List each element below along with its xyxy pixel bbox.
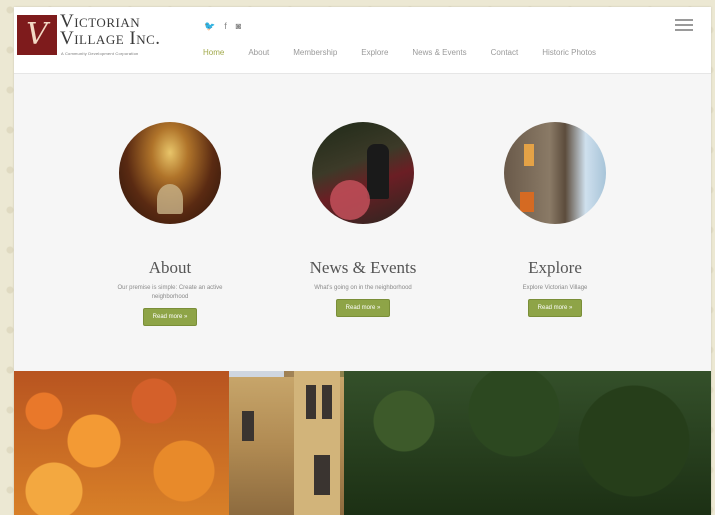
logo-monogram[interactable]: V bbox=[17, 15, 57, 55]
feature-news-events: News & Events What's going on in the nei… bbox=[263, 122, 463, 317]
site-header: V Victorian Village Inc. A Community Dev… bbox=[14, 7, 711, 74]
feature-explore: Explore Explore Victorian Village Read m… bbox=[455, 122, 655, 317]
feature-description: Explore Victorian Village bbox=[522, 285, 588, 291]
social-links: 🐦 f ◙ bbox=[204, 21, 241, 31]
logo-name[interactable]: Victorian Village Inc. bbox=[60, 12, 200, 49]
nav-item-membership[interactable]: Membership bbox=[293, 48, 337, 57]
facebook-icon[interactable]: f bbox=[224, 21, 227, 31]
feature-title: Explore bbox=[528, 258, 582, 277]
hero-window bbox=[322, 385, 332, 419]
logo-tagline: A Community Development Corporation bbox=[61, 51, 139, 56]
feature-description: What's going on in the neighborhood bbox=[314, 285, 412, 291]
explore-photo[interactable] bbox=[504, 122, 606, 224]
instagram-icon[interactable]: ◙ bbox=[236, 21, 241, 31]
read-more-button[interactable]: Read more » bbox=[527, 299, 583, 317]
feature-about: About Our premise is simple: Create an a… bbox=[70, 122, 270, 326]
about-photo[interactable] bbox=[119, 122, 221, 224]
hero-green-tree bbox=[344, 371, 711, 515]
browser-page: V Victorian Village Inc. A Community Dev… bbox=[14, 7, 711, 515]
nav-item-explore[interactable]: Explore bbox=[361, 48, 388, 57]
feature-description: Our premise is simple: Create an active … bbox=[117, 285, 223, 300]
read-more-button[interactable]: Read more » bbox=[142, 308, 198, 326]
read-more-button[interactable]: Read more » bbox=[335, 299, 391, 317]
hamburger-menu-icon[interactable] bbox=[675, 19, 693, 32]
hero-window bbox=[242, 411, 254, 441]
nav-item-about[interactable]: About bbox=[248, 48, 269, 57]
feature-title: About bbox=[148, 258, 192, 277]
hero-photo bbox=[14, 371, 711, 515]
nav-item-historic-photos[interactable]: Historic Photos bbox=[542, 48, 596, 57]
twitter-icon[interactable]: 🐦 bbox=[204, 21, 215, 31]
main-nav: Home About Membership Explore News & Eve… bbox=[203, 48, 620, 57]
news-events-photo[interactable] bbox=[312, 122, 414, 224]
nav-item-contact[interactable]: Contact bbox=[491, 48, 519, 57]
feature-title: News & Events bbox=[309, 258, 417, 277]
nav-item-news-events[interactable]: News & Events bbox=[412, 48, 466, 57]
nav-item-home[interactable]: Home bbox=[203, 48, 224, 57]
hero-autumn-tree bbox=[14, 371, 229, 515]
hero-window bbox=[314, 455, 330, 495]
logo-name-line2: Village Inc. bbox=[60, 28, 161, 49]
hero-window bbox=[306, 385, 316, 419]
